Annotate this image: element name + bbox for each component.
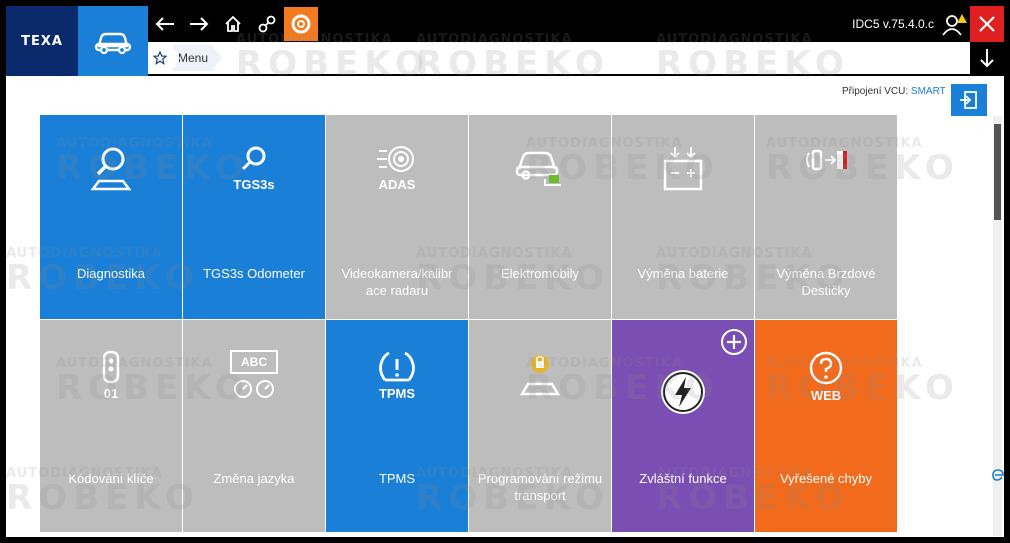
gauge-icon	[234, 380, 274, 398]
tile-label: Kódování klíče	[68, 471, 154, 486]
vcu-label: Připojení VCU:	[842, 86, 909, 97]
key-fob-icon	[102, 350, 120, 384]
lightning-icon	[661, 370, 705, 414]
tile-elektromobily[interactable]: Elektromobily	[469, 115, 611, 319]
tgs3s-odometer-icon	[241, 146, 266, 171]
car-icon	[94, 32, 132, 54]
tile-sub: 01	[103, 386, 119, 401]
vehicle-button[interactable]	[78, 6, 148, 76]
tile-kodovani-klice[interactable]: 01 Kódování klíče	[40, 320, 182, 532]
close-button[interactable]	[970, 6, 1004, 42]
adas-radar-icon	[377, 146, 414, 172]
tile-label: Výměna Brzdové Destičky	[776, 266, 876, 298]
breadcrumb: Menu	[148, 42, 970, 74]
logout-button[interactable]	[951, 84, 987, 116]
tile-label: TGS3s Odometer	[203, 266, 305, 281]
electric-car-icon	[515, 151, 561, 186]
function-grid: Diagnostika TGS3s TGS3s Odometer ADAS Vi…	[40, 115, 897, 537]
edge-browser-icon	[992, 469, 1004, 481]
close-icon	[979, 16, 995, 32]
home-icon	[225, 15, 241, 32]
tile-sub: ADAS	[378, 177, 416, 192]
tile-label: Diagnostika	[77, 266, 145, 281]
help-lifebuoy-icon	[291, 14, 311, 34]
app-window: TEXA IDC5 v.75.4.0.c Menu Připojení VCU:…	[6, 6, 1004, 537]
diagnostics-search-icon	[90, 147, 132, 191]
nav-toolbar	[148, 6, 318, 42]
vcu-connection: Připojení VCU: SMART	[842, 86, 946, 97]
web-help-icon	[809, 351, 843, 385]
tpms-tire-icon	[379, 351, 415, 382]
tile-adas[interactable]: ADAS Videokamera/kalibr ace radaru	[326, 115, 468, 319]
favorite-button[interactable]	[148, 51, 172, 65]
tile-label: Výměna baterie	[637, 266, 729, 281]
tile-label: Vyřešené chyby	[779, 471, 872, 486]
language-icon: ABC	[230, 350, 278, 374]
tile-label: TPMS	[378, 471, 416, 486]
home-button[interactable]	[216, 7, 250, 41]
tile-vymena-brzdove-desticky[interactable]: Výměna Brzdové Destičky	[755, 115, 897, 319]
tile-tpms[interactable]: TPMS TPMS	[326, 320, 468, 532]
tile-vymena-baterie[interactable]: Výměna baterie	[612, 115, 754, 319]
forward-button[interactable]	[182, 7, 216, 41]
help-button[interactable]	[284, 7, 318, 41]
version-label: IDC5 v.75.4.0.c	[852, 17, 934, 31]
tile-label: Zvláštní funkce	[639, 471, 727, 486]
tile-sub: TPMS	[378, 386, 416, 401]
texa-logo: TEXA	[6, 6, 78, 76]
star-icon	[153, 51, 167, 65]
tile-label: Videokamera/kalibr ace radaru	[341, 266, 453, 298]
add-icon[interactable]	[720, 328, 748, 356]
tile-zvlastni-funkce[interactable]: Zvláštní funkce	[612, 320, 754, 532]
tile-label: Programování režimu transport	[477, 471, 603, 503]
user-warning-icon	[942, 14, 967, 36]
tile-sub: TGS3s	[233, 177, 275, 192]
tile-label: Elektromobily	[500, 266, 580, 281]
tile-programovani-rezimu-transport[interactable]: Programování režimu transport	[469, 320, 611, 532]
brake-pad-icon	[806, 149, 847, 171]
tile-label: Změna jazyka	[213, 471, 295, 486]
arrow-left-icon	[155, 17, 174, 31]
back-button[interactable]	[148, 7, 182, 41]
arrow-right-icon	[190, 17, 209, 31]
arrow-down-icon	[980, 49, 994, 68]
tile-vyresene-chyby[interactable]: WEB Vyřešené chyby	[755, 320, 897, 532]
link-icon	[258, 15, 276, 33]
scrollbar-thumb[interactable]	[994, 124, 1001, 220]
transport-mode-icon	[519, 355, 561, 396]
user-button[interactable]	[940, 10, 970, 40]
tile-zmena-jazyka[interactable]: ABC Změna jazyka	[183, 320, 325, 532]
tile-sub: WEB	[810, 388, 842, 403]
battery-icon	[663, 147, 703, 191]
logout-icon	[960, 91, 977, 109]
scroll-down-button[interactable]	[970, 42, 1004, 74]
top-bar: TEXA IDC5 v.75.4.0.c Menu	[6, 6, 1004, 76]
link-button[interactable]	[250, 7, 284, 41]
vcu-value: SMART	[910, 86, 946, 97]
tile-diagnostika[interactable]: Diagnostika	[40, 115, 182, 319]
tile-tgs3s-odometer[interactable]: TGS3s TGS3s Odometer	[183, 115, 325, 319]
breadcrumb-item-menu[interactable]: Menu	[172, 45, 222, 71]
